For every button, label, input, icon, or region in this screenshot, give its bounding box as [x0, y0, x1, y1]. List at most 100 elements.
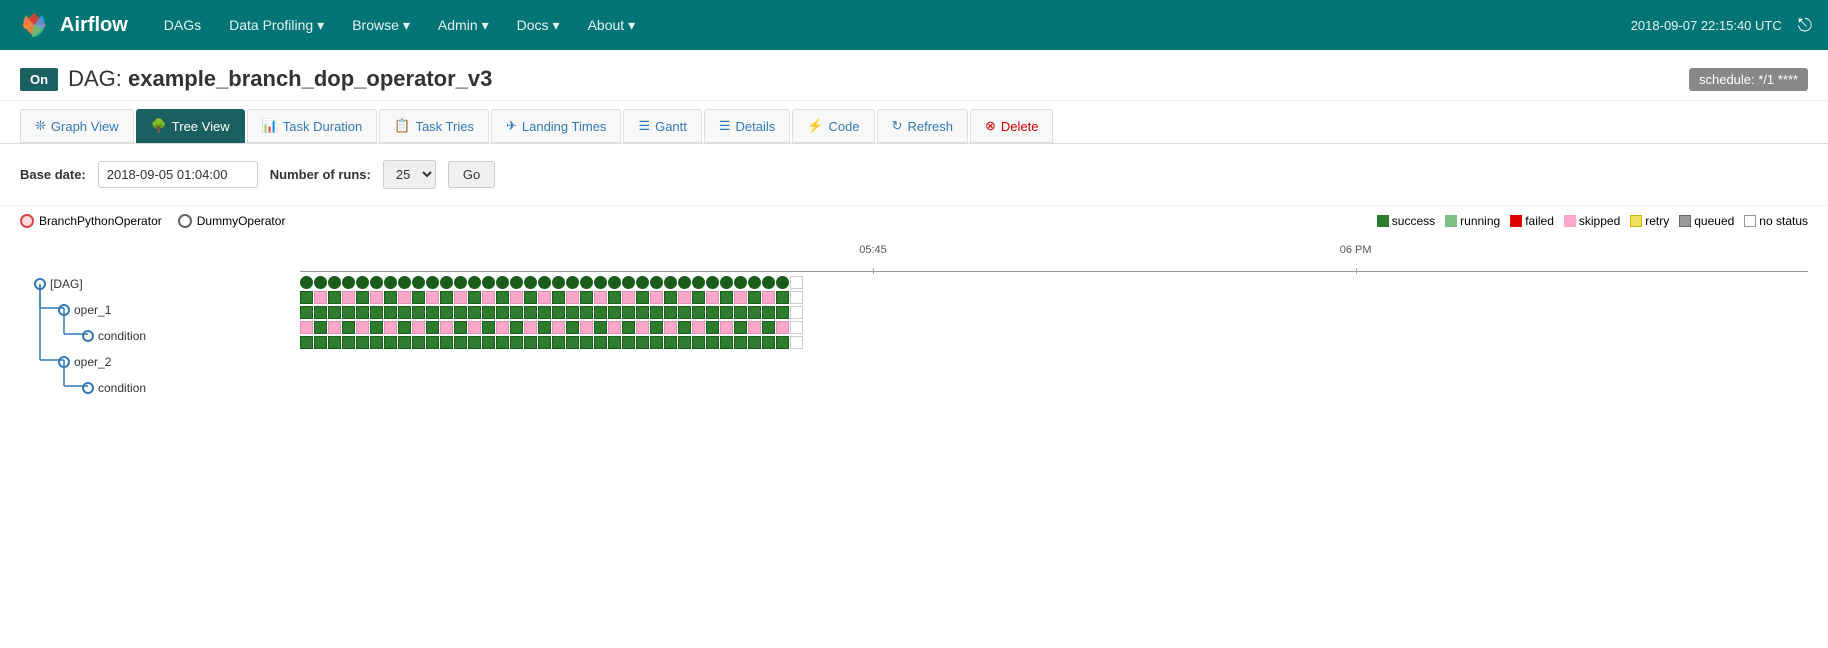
cell[interactable] [384, 291, 397, 304]
cell[interactable] [426, 336, 439, 349]
cell[interactable] [748, 336, 761, 349]
cell[interactable] [538, 336, 551, 349]
cell[interactable] [398, 291, 411, 304]
cell[interactable] [426, 276, 439, 289]
cell[interactable] [650, 336, 663, 349]
cell[interactable] [538, 291, 551, 304]
cell[interactable] [594, 336, 607, 349]
cell[interactable] [370, 336, 383, 349]
cell[interactable] [552, 291, 565, 304]
cell[interactable] [608, 276, 621, 289]
tab-task-duration[interactable]: 📊 Task Duration [247, 109, 378, 143]
cell[interactable] [398, 321, 411, 334]
cell[interactable] [440, 306, 453, 319]
cell[interactable] [776, 291, 789, 304]
cell[interactable] [440, 276, 453, 289]
cell[interactable] [748, 306, 761, 319]
cell[interactable] [594, 306, 607, 319]
cell[interactable] [552, 321, 565, 334]
cell[interactable] [510, 306, 523, 319]
base-date-input[interactable] [98, 161, 258, 188]
cell[interactable] [384, 321, 397, 334]
cell[interactable] [426, 306, 439, 319]
cell[interactable] [468, 321, 481, 334]
nav-item-about[interactable]: About ▾ [576, 11, 648, 40]
cell[interactable] [692, 276, 705, 289]
nav-item-admin[interactable]: Admin ▾ [426, 11, 501, 40]
cell[interactable] [720, 336, 733, 349]
cell[interactable] [426, 321, 439, 334]
nav-item-data-profiling[interactable]: Data Profiling ▾ [217, 11, 336, 40]
cell[interactable] [300, 306, 313, 319]
brand-logo[interactable]: Airflow [16, 7, 128, 43]
nav-link-browse[interactable]: Browse ▾ [340, 11, 422, 40]
cell[interactable] [678, 276, 691, 289]
cell[interactable] [776, 276, 789, 289]
cell[interactable] [622, 291, 635, 304]
cell[interactable] [692, 291, 705, 304]
cell[interactable] [468, 291, 481, 304]
cell[interactable] [608, 306, 621, 319]
cell[interactable] [412, 336, 425, 349]
cell[interactable] [692, 306, 705, 319]
cell[interactable] [622, 336, 635, 349]
cell[interactable] [706, 291, 719, 304]
cell[interactable] [594, 276, 607, 289]
cell[interactable] [524, 306, 537, 319]
cell[interactable] [580, 321, 593, 334]
cell[interactable] [566, 306, 579, 319]
cell[interactable] [580, 306, 593, 319]
cell[interactable] [706, 276, 719, 289]
cell[interactable] [580, 291, 593, 304]
cell[interactable] [496, 336, 509, 349]
cell[interactable] [370, 306, 383, 319]
cell[interactable] [790, 306, 803, 319]
cell[interactable] [776, 306, 789, 319]
cell[interactable] [370, 321, 383, 334]
cell[interactable] [300, 321, 313, 334]
cell[interactable] [300, 336, 313, 349]
cell[interactable] [636, 291, 649, 304]
cell[interactable] [664, 276, 677, 289]
cell[interactable] [706, 306, 719, 319]
cell[interactable] [720, 306, 733, 319]
cell[interactable] [580, 336, 593, 349]
cell[interactable] [384, 306, 397, 319]
cell[interactable] [762, 306, 775, 319]
cell[interactable] [734, 291, 747, 304]
cell[interactable] [440, 336, 453, 349]
cell[interactable] [468, 336, 481, 349]
cell[interactable] [622, 306, 635, 319]
cell[interactable] [706, 321, 719, 334]
cell[interactable] [636, 306, 649, 319]
cell[interactable] [664, 291, 677, 304]
cell[interactable] [552, 336, 565, 349]
cell[interactable] [622, 321, 635, 334]
cell[interactable] [734, 276, 747, 289]
cell[interactable] [650, 276, 663, 289]
cell[interactable] [314, 276, 327, 289]
tab-delete[interactable]: ⊗ Delete [970, 109, 1053, 143]
cell[interactable] [300, 276, 313, 289]
tab-landing-times[interactable]: ✈ Landing Times [491, 109, 621, 143]
cell[interactable] [608, 291, 621, 304]
nav-link-about[interactable]: About ▾ [576, 11, 648, 40]
nav-link-docs[interactable]: Docs ▾ [505, 11, 572, 40]
cell[interactable] [748, 276, 761, 289]
cell[interactable] [538, 276, 551, 289]
tab-details[interactable]: ☰ Details [704, 109, 790, 143]
cell[interactable] [524, 321, 537, 334]
cell[interactable] [538, 321, 551, 334]
cell[interactable] [510, 336, 523, 349]
cell[interactable] [482, 336, 495, 349]
cell[interactable] [706, 336, 719, 349]
cell[interactable] [482, 306, 495, 319]
cell[interactable] [734, 336, 747, 349]
cell[interactable] [790, 336, 803, 349]
cell[interactable] [314, 291, 327, 304]
cell[interactable] [482, 321, 495, 334]
runs-select[interactable]: 25 [383, 160, 436, 189]
cell[interactable] [762, 276, 775, 289]
cell[interactable] [566, 336, 579, 349]
cell[interactable] [468, 276, 481, 289]
